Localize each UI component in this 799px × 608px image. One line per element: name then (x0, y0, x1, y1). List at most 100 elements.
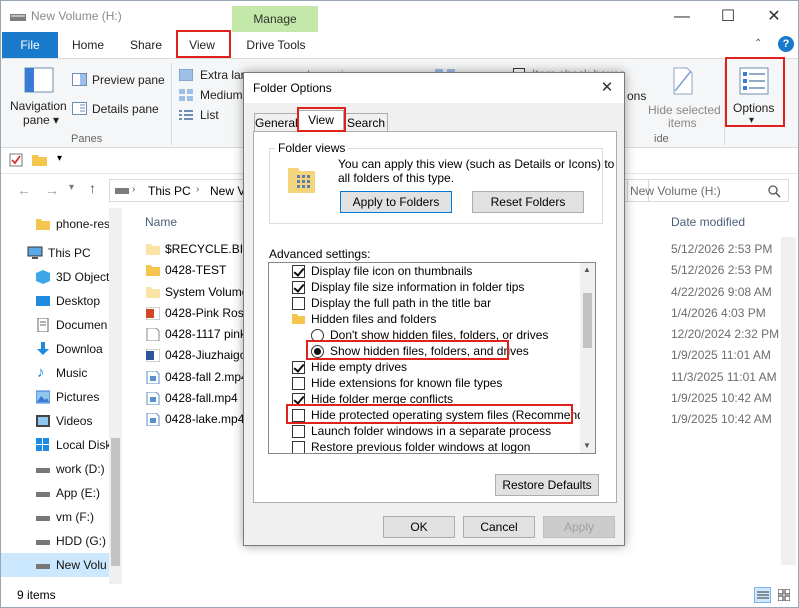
ribbon-separator (171, 63, 172, 145)
cancel-button[interactable]: Cancel (463, 516, 535, 538)
video-file-icon (146, 392, 160, 405)
nav-item-phone-res[interactable]: phone-res (1, 212, 121, 236)
tab-home[interactable]: Home (63, 32, 113, 58)
details-view-button[interactable] (754, 587, 771, 603)
minimize-button[interactable]: — (659, 1, 705, 32)
search-input[interactable]: New Volume (H:) (630, 184, 721, 198)
large-icons-view-button[interactable] (775, 587, 792, 603)
setting-hide-empty-drives[interactable]: Hide empty drives (273, 359, 583, 375)
setting-launch-separate-process[interactable]: Launch folder windows in a separate proc… (273, 423, 583, 439)
forward-arrow-icon[interactable]: → (45, 182, 59, 198)
nav-scrollbar[interactable] (109, 208, 122, 584)
nav-item-local-disk[interactable]: Local Disk (1, 433, 121, 457)
nav-item-hdd-g[interactable]: HDD (G:) (1, 529, 121, 553)
status-bar: 9 items (1, 584, 798, 607)
reset-folders-button[interactable]: Reset Folders (472, 191, 584, 213)
drive-icon (36, 540, 50, 545)
back-arrow-icon[interactable]: ← (17, 182, 31, 198)
drive-icon (115, 188, 129, 194)
setting-display-file-icon-on-thumbnails[interactable]: Display file icon on thumbnails (273, 263, 583, 279)
scroll-down-icon[interactable]: ▼ (583, 441, 591, 450)
collapse-ribbon-icon[interactable]: ⌃ (754, 38, 764, 49)
nav-item-videos[interactable]: Videos (1, 409, 121, 433)
drive-icon (36, 516, 50, 521)
recent-locations-icon[interactable]: ▾ (69, 182, 74, 193)
nav-item-3d-objects[interactable]: 3D Object (1, 265, 121, 289)
extra-large-icons-icon (179, 69, 193, 81)
nav-item-work-d[interactable]: work (D:) (1, 457, 121, 481)
apply-to-folders-button[interactable]: Apply to Folders (340, 191, 452, 213)
apply-button[interactable]: Apply (543, 516, 615, 538)
nav-item-downloads[interactable]: Downloa (1, 337, 121, 361)
tab-manage[interactable]: Manage (232, 6, 318, 33)
nav-item-new-volume[interactable]: New Volu (1, 553, 121, 577)
large-icons-view-icon (778, 589, 790, 601)
navigation-pane-button[interactable]: Navigation pane ▾ (6, 59, 69, 131)
new-folder-icon[interactable] (32, 153, 48, 167)
setting-checkbox[interactable] (292, 281, 305, 294)
help-icon[interactable]: ? (778, 36, 794, 52)
search-box[interactable]: New Volume (H:) (627, 179, 789, 202)
folder-views-description-line1: You can apply this view (such as Details… (338, 157, 615, 171)
restore-defaults-button[interactable]: Restore Defaults (495, 474, 599, 496)
preview-pane-button[interactable]: Preview pane (72, 71, 165, 89)
folder-views-icon (288, 168, 315, 193)
dialog-tab-general[interactable]: General (254, 113, 298, 132)
setting-display-file-size-info[interactable]: Display file size information in folder … (273, 279, 583, 295)
setting-display-full-path[interactable]: Display the full path in the title bar (273, 295, 583, 311)
setting-checkbox[interactable] (292, 297, 305, 310)
column-name-header[interactable]: Name (145, 215, 177, 229)
nav-item-desktop[interactable]: Desktop (1, 289, 121, 313)
computer-icon (27, 246, 43, 259)
setting-checkbox[interactable] (292, 265, 305, 278)
powerpoint-file-icon (146, 307, 160, 320)
maximize-button[interactable]: ☐ (705, 1, 751, 32)
details-view-icon (757, 591, 769, 599)
nav-scrollbar-thumb[interactable] (111, 438, 120, 566)
scroll-up-icon[interactable]: ▲ (583, 265, 591, 274)
layout-extra-large-icons[interactable]: Extra larg (179, 67, 251, 83)
nav-item-this-pc[interactable]: This PC (1, 241, 121, 265)
file-list-scrollbar[interactable] (781, 237, 796, 565)
setting-restore-previous-windows[interactable]: Restore previous folder windows at logon (273, 439, 583, 453)
breadcrumb-new-volume[interactable]: New V (210, 184, 245, 198)
settings-scrollbar[interactable]: ▲ ▼ (580, 263, 595, 453)
properties-icon[interactable] (9, 153, 23, 167)
layout-medium-icons[interactable]: Medium (179, 87, 249, 103)
file-list-scrollbar-track[interactable] (784, 257, 793, 557)
setting-hide-extensions[interactable]: Hide extensions for known file types (273, 375, 583, 391)
nav-item-pictures[interactable]: Pictures (1, 385, 121, 409)
nav-item-music[interactable]: ♪ Music (1, 361, 121, 385)
highlight-dialog-view-tab (297, 107, 346, 132)
ok-button[interactable]: OK (383, 516, 455, 538)
settings-scrollbar-thumb[interactable] (583, 293, 592, 348)
drive-icon (36, 468, 50, 473)
hide-selected-items-button[interactable]: Hide selected items (646, 63, 722, 130)
nav-item-app-e[interactable]: App (E:) (1, 481, 121, 505)
setting-checkbox[interactable] (292, 441, 305, 453)
column-date-header[interactable]: Date modified (671, 215, 745, 229)
list-icon (179, 110, 193, 120)
ribbon-partial-label: ons (627, 89, 647, 103)
title-bar: New Volume (H:) Manage — ☐ ✕ (1, 1, 798, 33)
tab-file[interactable]: File (2, 32, 58, 58)
drive-icon (10, 14, 26, 21)
up-arrow-icon[interactable]: ↑ (89, 180, 96, 196)
highlight-view-tab (176, 30, 231, 58)
setting-checkbox[interactable] (292, 361, 305, 374)
setting-checkbox[interactable] (292, 425, 305, 438)
tab-drive-tools[interactable]: Drive Tools (236, 32, 316, 58)
nav-item-documents[interactable]: Documen (1, 313, 121, 337)
breadcrumb-this-pc[interactable]: This PC (148, 184, 191, 198)
dialog-title: Folder Options (253, 81, 332, 95)
dialog-tab-search[interactable]: Search (344, 113, 388, 132)
setting-checkbox[interactable] (292, 377, 305, 390)
details-pane-button[interactable]: Details pane (72, 100, 164, 118)
nav-item-vm-f[interactable]: vm (F:) (1, 505, 121, 529)
customize-qat-icon[interactable]: ▾ (57, 153, 62, 164)
desktop-icon (36, 296, 50, 306)
close-button[interactable]: ✕ (751, 1, 797, 32)
layout-list[interactable]: List (179, 107, 249, 123)
dialog-close-button[interactable]: ✕ (596, 77, 618, 99)
tab-share[interactable]: Share (121, 32, 171, 58)
